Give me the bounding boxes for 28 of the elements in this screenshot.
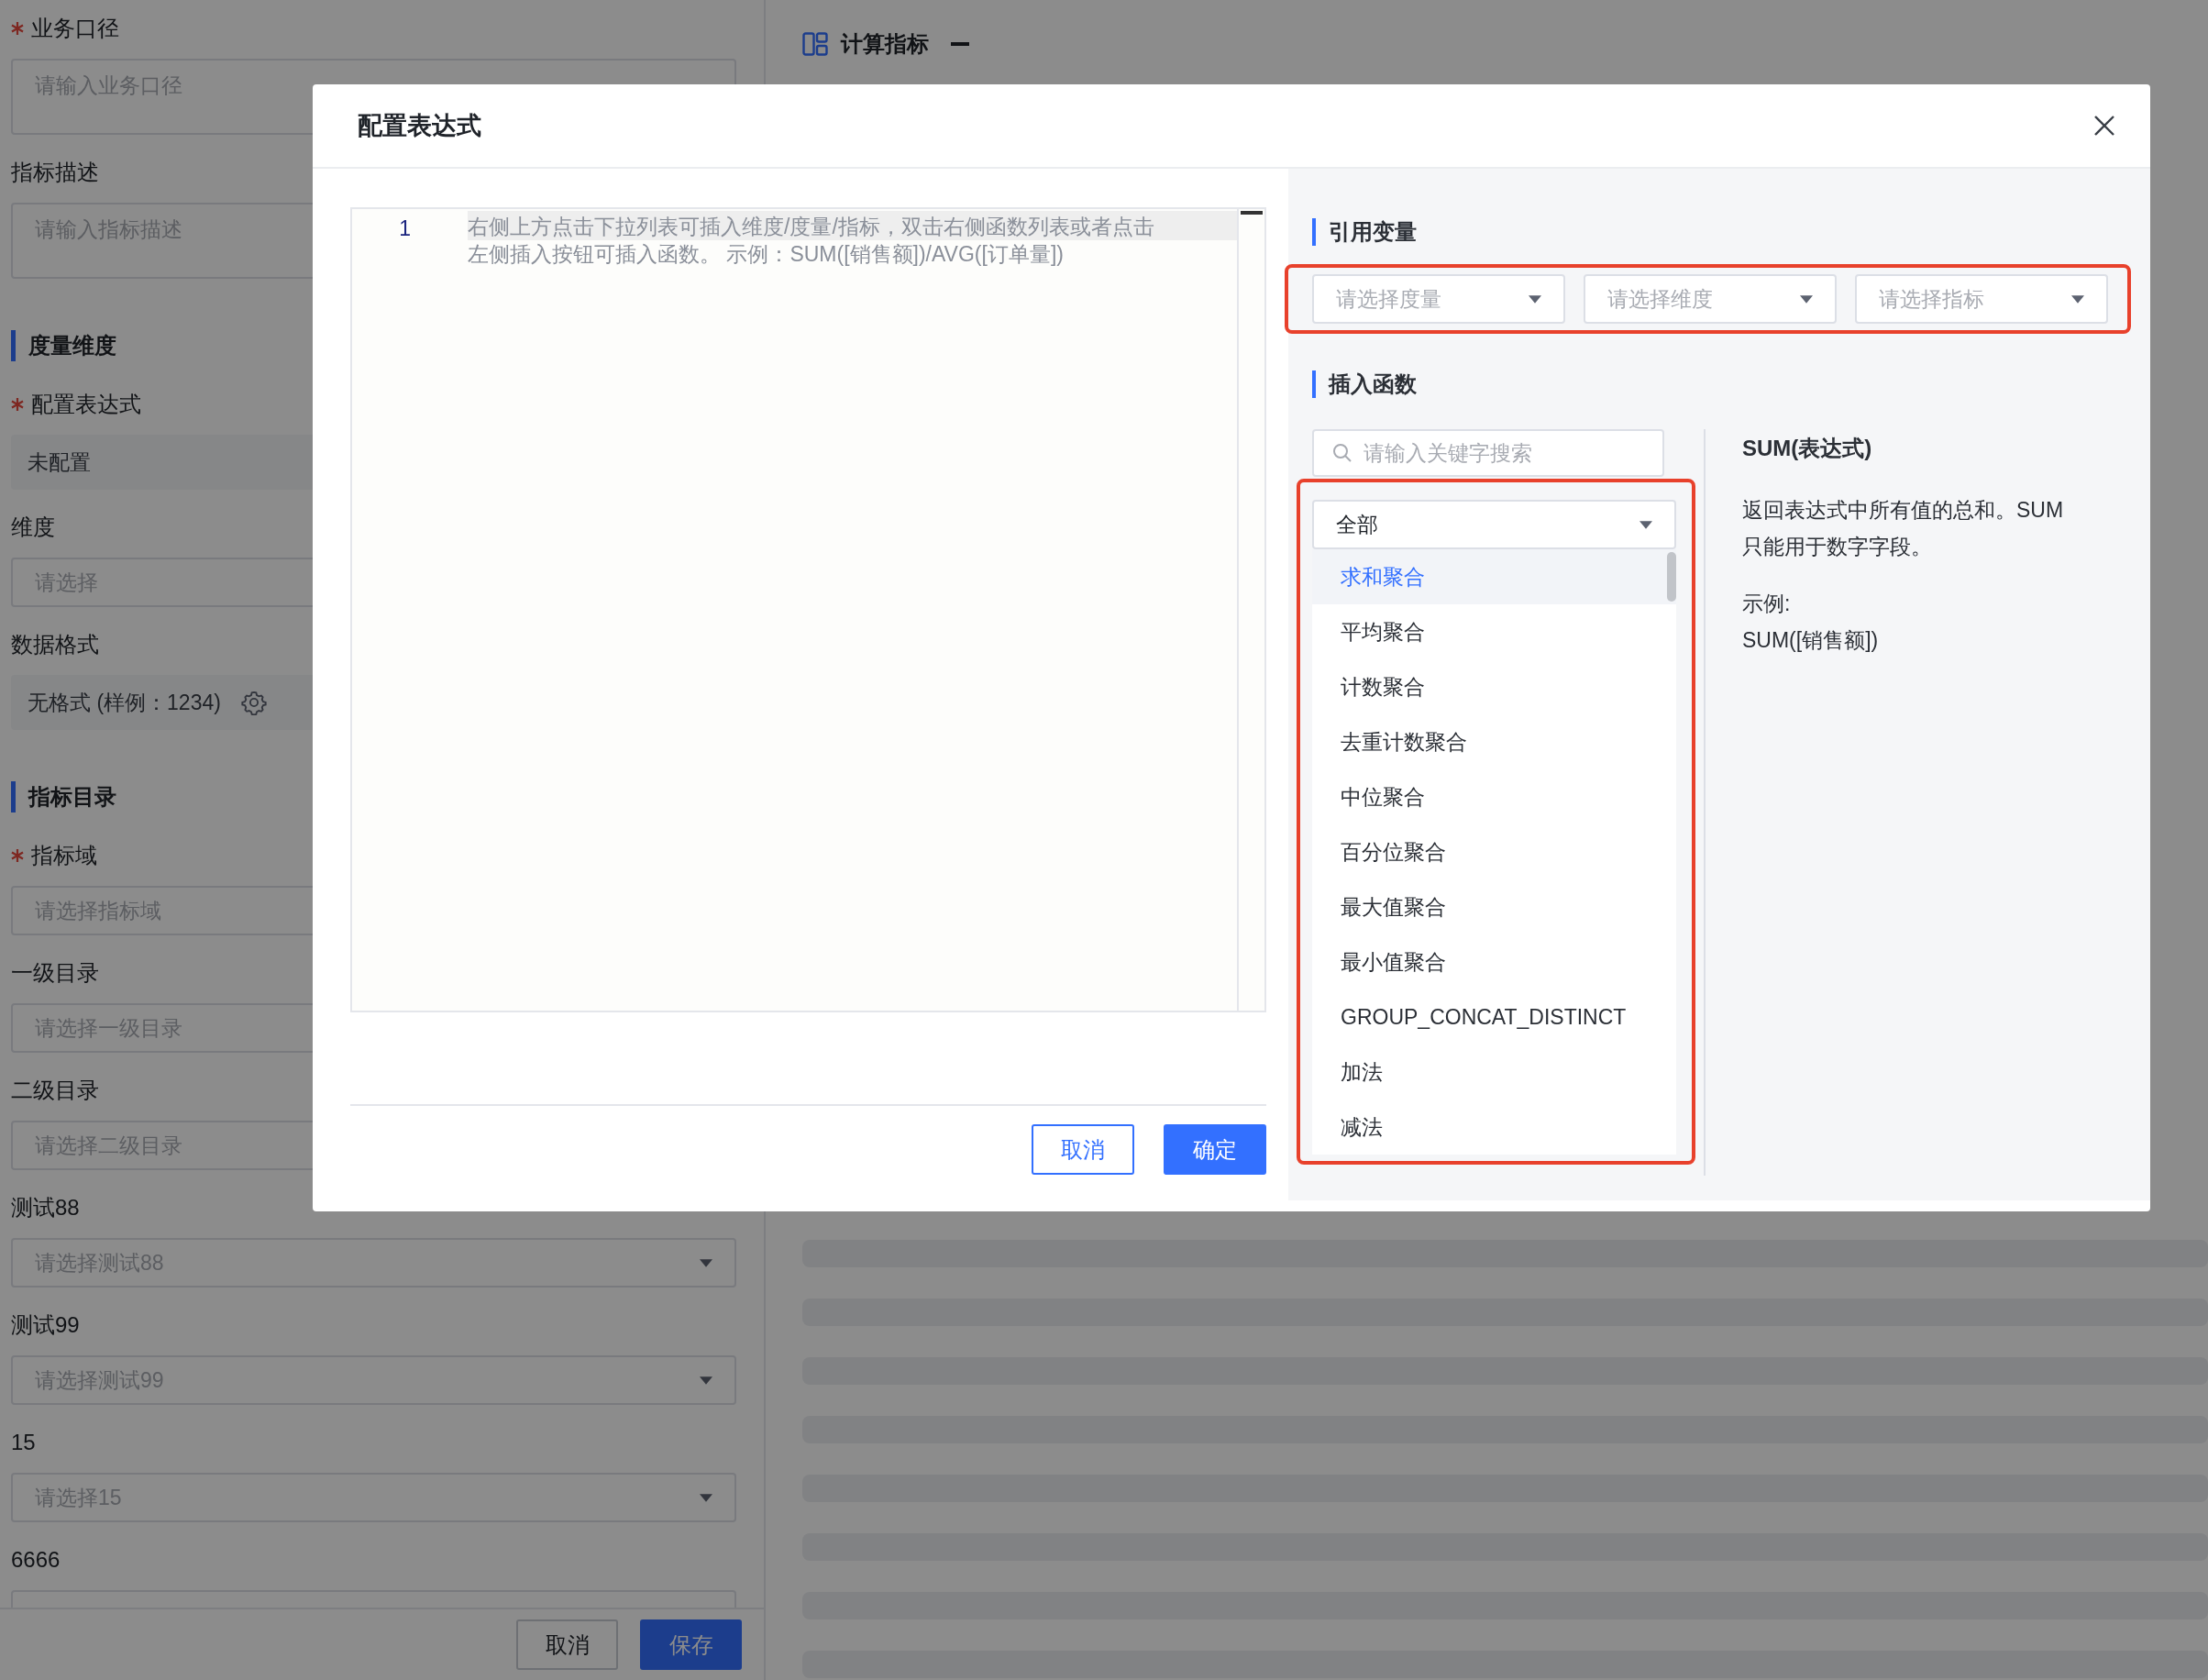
select-placeholder: 请选择维度 [1607, 285, 1713, 313]
function-title: SUM(表达式) [1742, 435, 1873, 462]
field-label: 二级目录 [11, 1077, 99, 1104]
function-description: 返回表达式中所有值的总和。SUM只能用于数字字段。 [1742, 497, 2065, 560]
line-number: 1 [399, 216, 411, 242]
field-label: 15 [11, 1430, 36, 1455]
field-label: 指标域 [31, 842, 97, 869]
select-value: 全部 [1336, 511, 1378, 538]
section-title: 插入函数 [1312, 370, 2131, 398]
example-label: 示例: [1742, 591, 1792, 617]
field-label: 业务口径 [31, 15, 119, 42]
field-label: 测试99 [11, 1311, 80, 1339]
field-label: 测试88 [11, 1194, 80, 1221]
format-value: 无格式 (样例：1234) [28, 689, 221, 716]
field-label: 数据格式 [11, 631, 99, 658]
field-label: 6666 [11, 1547, 61, 1573]
dialog-title: 配置表达式 [358, 111, 481, 141]
example-code: SUM([销售额]) [1742, 627, 1880, 654]
select-placeholder: 请选择度量 [1336, 285, 1441, 313]
editor-placeholder: 右侧上方点击下拉列表可插入维度/度量/指标，双击右侧函数列表或者点击左侧插入按钮可插入函数。 示例：SUM([销售额])/AVG([订单量]) [468, 214, 1155, 268]
section-title: 引用变量 [1312, 218, 2131, 246]
field-label: 维度 [11, 514, 55, 541]
page-title: 计算指标 [841, 30, 929, 58]
field-label: 一级目录 [11, 959, 99, 987]
search-placeholder: 请输入关键字搜索 [1363, 439, 1532, 467]
field-label: 指标描述 [11, 159, 99, 186]
select-placeholder: 请选择指标 [1879, 285, 1984, 313]
field-label: 配置表达式 [31, 391, 141, 418]
